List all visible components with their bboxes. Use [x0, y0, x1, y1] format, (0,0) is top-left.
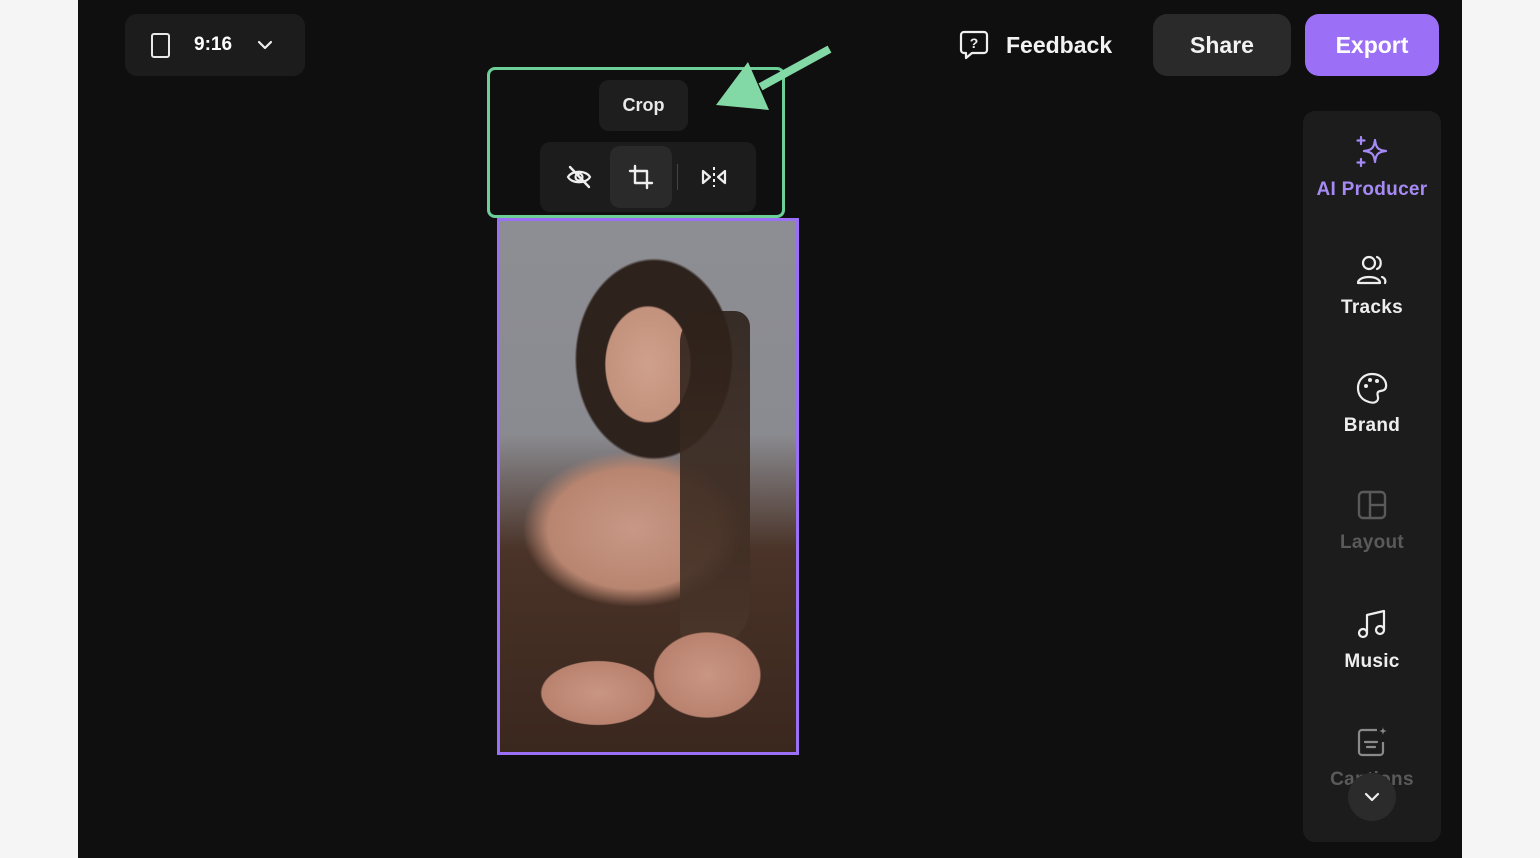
flip-button[interactable] [683, 146, 745, 208]
chevron-down-icon [1364, 792, 1380, 802]
sidebar-scroll-down-button[interactable] [1348, 773, 1396, 821]
captions-icon [1357, 727, 1387, 757]
crop-icon [628, 164, 654, 190]
aspect-ratio-value: 9:16 [194, 34, 233, 55]
svg-text:?: ? [970, 35, 979, 51]
music-icon [1357, 609, 1386, 639]
palette-icon [1356, 372, 1388, 404]
editor-app: 9:16 ? Feedback Share Export Crop AI Pro… [78, 0, 1462, 858]
crop-tooltip: Crop [599, 80, 688, 131]
chevron-down-icon [257, 40, 273, 50]
sidebar-item-label: Layout [1339, 532, 1405, 553]
aspect-ratio-dropdown[interactable]: 9:16 [125, 14, 305, 76]
video-frame-detail [520, 621, 780, 741]
sidebar-item-music[interactable]: Music [1303, 607, 1441, 707]
annotation-arrow [716, 45, 832, 110]
sidebar-item-label: Music [1344, 651, 1400, 672]
feedback-icon: ? [959, 30, 989, 60]
toolbar-divider [677, 164, 678, 190]
eye-off-icon [566, 165, 592, 189]
right-sidebar: AI Producer Tracks Brand Layout Music Ca… [1303, 111, 1441, 842]
sidebar-item-label: Tracks [1340, 297, 1404, 318]
crop-button[interactable] [610, 146, 672, 208]
share-button[interactable]: Share [1153, 14, 1291, 76]
sidebar-item-tracks[interactable]: Tracks [1303, 253, 1441, 353]
sidebar-item-layout[interactable]: Layout [1303, 488, 1441, 588]
feedback-label: Feedback [1006, 31, 1113, 58]
sidebar-item-ai-producer[interactable]: AI Producer [1303, 135, 1441, 235]
flip-horizontal-icon [701, 167, 727, 187]
hide-button[interactable] [548, 146, 610, 208]
sidebar-item-label: Brand [1343, 415, 1401, 436]
clip-toolbar [540, 142, 756, 212]
video-frame-detail [680, 311, 750, 651]
layout-icon [1357, 490, 1387, 520]
video-preview[interactable] [497, 218, 799, 755]
export-button[interactable]: Export [1305, 14, 1439, 76]
feedback-button[interactable]: ? Feedback [958, 26, 1112, 64]
sparkles-icon [1356, 135, 1388, 168]
phone-portrait-icon [151, 32, 170, 58]
sidebar-item-label: AI Producer [1316, 179, 1428, 200]
users-icon [1356, 255, 1387, 285]
sidebar-item-brand[interactable]: Brand [1303, 371, 1441, 471]
